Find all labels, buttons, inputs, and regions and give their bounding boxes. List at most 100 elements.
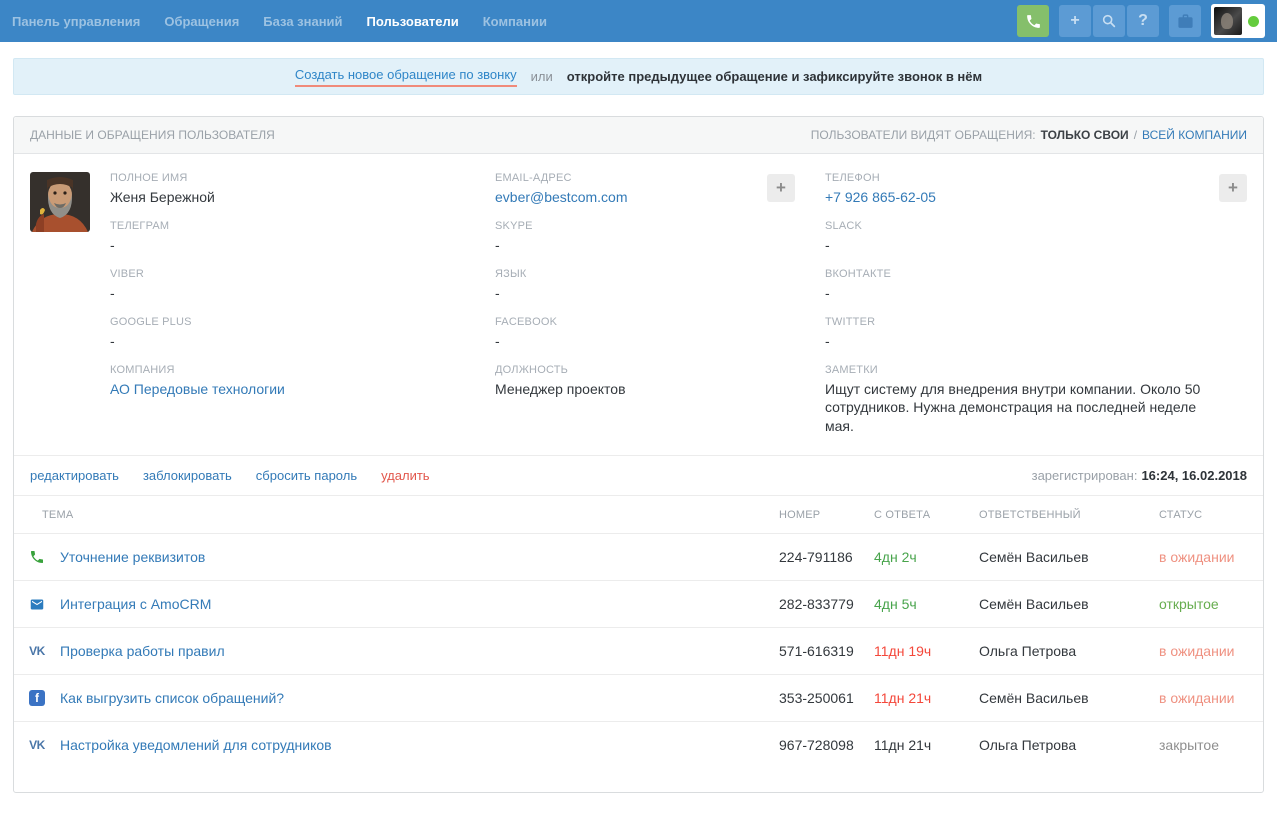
- telegram-value: -: [110, 236, 495, 255]
- facebook-value: -: [495, 332, 767, 351]
- nav-item-tickets[interactable]: Обращения: [164, 14, 239, 29]
- ticket-status: закрытое: [1151, 722, 1263, 769]
- top-navbar: Панель управления Обращения База знаний …: [0, 0, 1277, 42]
- ticket-row[interactable]: VK Настройка уведомлений для сотрудников…: [14, 722, 1263, 769]
- header-subject: ТЕМА: [14, 496, 771, 534]
- user-data-card: ДАННЫЕ И ОБРАЩЕНИЯ ПОЛЬЗОВАТЕЛЯ ПОЛЬЗОВА…: [13, 116, 1264, 793]
- card-header: ДАННЫЕ И ОБРАЩЕНИЯ ПОЛЬЗОВАТЕЛЯ ПОЛЬЗОВА…: [14, 117, 1263, 154]
- block-user-link[interactable]: заблокировать: [143, 468, 232, 483]
- ticket-subject-link[interactable]: Настройка уведомлений для сотрудников: [60, 737, 332, 753]
- ticket-number: 282-833779: [771, 581, 866, 628]
- company-link[interactable]: АО Передовые технологии: [110, 380, 495, 399]
- ticket-assignee: Семён Васильев: [971, 675, 1151, 722]
- reset-password-link[interactable]: сбросить пароль: [256, 468, 357, 483]
- notes-value: Ищут систему для внедрения внутри компан…: [825, 380, 1205, 437]
- user-menu-avatar: [1214, 7, 1242, 35]
- plus-icon: +: [1070, 12, 1079, 30]
- ticket-row[interactable]: Уточнение реквизитов 224-791186 4дн 2ч С…: [14, 534, 1263, 581]
- twitter-value: -: [825, 332, 1205, 351]
- ticket-subject-link[interactable]: Уточнение реквизитов: [60, 549, 205, 565]
- visibility-all-company-link[interactable]: ВСЕЙ КОМПАНИИ: [1142, 128, 1247, 142]
- tickets-table: ТЕМА НОМЕР С ОТВЕТА ОТВЕТСТВЕННЫЙ СТАТУС…: [14, 495, 1263, 768]
- plus-icon: +: [776, 178, 786, 197]
- add-button[interactable]: +: [1059, 5, 1091, 37]
- plus-icon: +: [1228, 178, 1238, 197]
- user-profile: ПОЛНОЕ ИМЯЖеня Бережной ТЕЛЕГРАМ- VIBER-…: [14, 154, 1263, 455]
- briefcase-icon: [1177, 13, 1194, 30]
- position-label: ДОЛЖНОСТЬ: [495, 364, 767, 376]
- language-value: -: [495, 284, 767, 303]
- skype-label: SKYPE: [495, 220, 767, 232]
- ticket-row[interactable]: f Как выгрузить список обращений? 353-25…: [14, 675, 1263, 722]
- online-status-dot: [1248, 16, 1259, 27]
- ticket-assignee: Ольга Петрова: [971, 722, 1151, 769]
- ticket-row[interactable]: Интеграция с AmoCRM 282-833779 4дн 5ч Се…: [14, 581, 1263, 628]
- tickets-header-row: ТЕМА НОМЕР С ОТВЕТА ОТВЕТСТВЕННЫЙ СТАТУС: [14, 496, 1263, 534]
- user-menu[interactable]: [1211, 4, 1265, 38]
- slack-label: SLACK: [825, 220, 1205, 232]
- language-label: ЯЗЫК: [495, 268, 767, 280]
- header-assignee: ОТВЕТСТВЕННЫЙ: [971, 496, 1151, 534]
- search-button[interactable]: [1093, 5, 1125, 37]
- ticket-subject-link[interactable]: Как выгрузить список обращений?: [60, 690, 284, 706]
- create-ticket-from-call-link[interactable]: Создать новое обращение по звонку: [295, 67, 517, 87]
- nav-item-companies[interactable]: Компании: [483, 14, 547, 29]
- nav-item-dashboard[interactable]: Панель управления: [12, 14, 140, 29]
- ticket-status: в ожидании: [1151, 628, 1263, 675]
- skype-value: -: [495, 236, 767, 255]
- add-contact-field-button[interactable]: +: [767, 174, 795, 202]
- visibility-label: ПОЛЬЗОВАТЕЛИ ВИДЯТ ОБРАЩЕНИЯ:: [811, 128, 1036, 142]
- ticket-assignee: Ольга Петрова: [971, 628, 1151, 675]
- open-previous-ticket-text: откройте предыдущее обращение и зафиксир…: [567, 69, 982, 84]
- position-value: Менеджер проектов: [495, 380, 767, 399]
- nav-menu: Панель управления Обращения База знаний …: [12, 14, 547, 29]
- email-label: EMAIL-АДРЕС: [495, 172, 767, 184]
- ticket-number: 353-250061: [771, 675, 866, 722]
- nav-toolbar: + ?: [1017, 4, 1265, 38]
- edit-user-link[interactable]: редактировать: [30, 468, 119, 483]
- ticket-status: открытое: [1151, 581, 1263, 628]
- search-icon: [1101, 13, 1117, 29]
- registered-label: зарегистрирован:: [1032, 468, 1138, 483]
- google-plus-label: GOOGLE PLUS: [110, 316, 495, 328]
- vkontakte-label: ВКОНТАКТЕ: [825, 268, 1205, 280]
- header-since-reply: С ОТВЕТА: [866, 496, 971, 534]
- visibility-separator: /: [1134, 128, 1137, 142]
- or-text: или: [531, 69, 553, 84]
- delete-user-link[interactable]: удалить: [381, 468, 429, 483]
- ticket-since-reply: 11дн 21ч: [866, 675, 971, 722]
- ticket-since-reply: 11дн 19ч: [866, 628, 971, 675]
- ticket-since-reply: 4дн 5ч: [866, 581, 971, 628]
- full-name-value: Женя Бережной: [110, 188, 495, 207]
- nav-item-users[interactable]: Пользователи: [367, 14, 459, 29]
- ticket-status: в ожидании: [1151, 675, 1263, 722]
- nav-item-knowledge-base[interactable]: База знаний: [263, 14, 342, 29]
- help-button[interactable]: ?: [1127, 5, 1159, 37]
- email-channel-icon: [28, 595, 46, 613]
- add-field-button[interactable]: +: [1219, 174, 1247, 202]
- viber-value: -: [110, 284, 495, 303]
- ticket-row[interactable]: VK Проверка работы правил 571-616319 11д…: [14, 628, 1263, 675]
- full-name-label: ПОЛНОЕ ИМЯ: [110, 172, 495, 184]
- header-status: СТАТУС: [1151, 496, 1263, 534]
- google-plus-value: -: [110, 332, 495, 351]
- company-workspace-button[interactable]: [1169, 5, 1201, 37]
- registered-date: 16:24, 16.02.2018: [1141, 468, 1247, 483]
- slack-value: -: [825, 236, 1205, 255]
- visibility-own-option: ТОЛЬКО СВОИ: [1041, 128, 1129, 142]
- user-actions-bar: редактировать заблокировать сбросить пар…: [14, 455, 1263, 495]
- visibility-setting: ПОЛЬЗОВАТЕЛИ ВИДЯТ ОБРАЩЕНИЯ: ТОЛЬКО СВО…: [811, 128, 1247, 142]
- phone-channel-icon: [28, 548, 46, 566]
- phone-link[interactable]: +7 926 865-62-05: [825, 188, 1205, 207]
- question-icon: ?: [1138, 12, 1148, 30]
- ticket-assignee: Семён Васильев: [971, 581, 1151, 628]
- profile-column-1: ПОЛНОЕ ИМЯЖеня Бережной ТЕЛЕГРАМ- VIBER-…: [110, 172, 495, 449]
- registered-info: зарегистрирован:16:24, 16.02.2018: [1032, 468, 1247, 483]
- header-number: НОМЕР: [771, 496, 866, 534]
- vk-channel-icon: VK: [28, 736, 46, 754]
- phone-call-button[interactable]: [1017, 5, 1049, 37]
- ticket-subject-link[interactable]: Проверка работы правил: [60, 643, 225, 659]
- ticket-subject-link[interactable]: Интеграция с AmoCRM: [60, 596, 211, 612]
- email-link[interactable]: evber@bestcom.com: [495, 188, 767, 207]
- facebook-label: FACEBOOK: [495, 316, 767, 328]
